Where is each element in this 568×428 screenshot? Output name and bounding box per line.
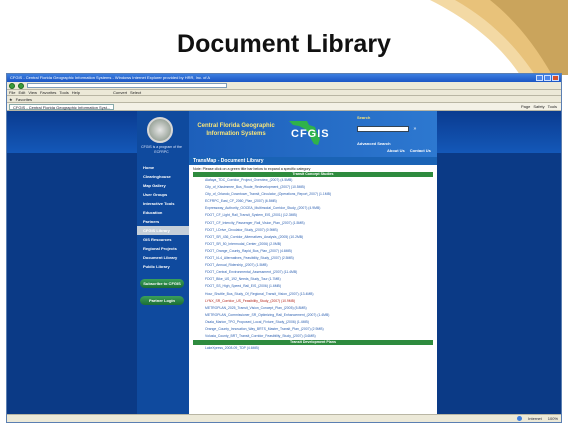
internet-zone-icon: [517, 416, 523, 421]
menu-help[interactable]: Help: [72, 90, 80, 95]
document-link[interactable]: METROPLAN_2025_Transit_Vision_Concept_Pl…: [205, 305, 437, 312]
status-bar: Internet 100%: [7, 414, 561, 422]
nav-document-library[interactable]: Document Library: [137, 253, 189, 262]
document-link[interactable]: Volusia_County_BRT_Transit_Corridor_Feas…: [205, 333, 437, 340]
document-link[interactable]: Expressway_Authority_OOCEA_Multimodal_Co…: [205, 205, 437, 212]
document-link[interactable]: METROPLAN_Commissioner_SR_Optimizing_Rai…: [205, 312, 437, 319]
document-link[interactable]: FDOT_SR_50_Intermodal_Center_(2006) (2.0…: [205, 241, 437, 248]
nav-interactive-tools[interactable]: Interactive Tools: [137, 199, 189, 208]
command-page[interactable]: Page: [521, 104, 530, 109]
site-search: Search » Advanced Search: [357, 115, 433, 146]
web-page: CFGIS is a program of the ECFRPC Central…: [7, 111, 561, 416]
command-tools[interactable]: Tools: [548, 104, 557, 109]
document-link[interactable]: FDOT_I4-4_Alternatives_Feasibility_Study…: [205, 255, 437, 262]
menu-tools[interactable]: Tools: [59, 90, 68, 95]
menu-favorites[interactable]: Favorites: [40, 90, 56, 95]
document-list: Alafaya_TDC_Corridor_Project_Overview_(2…: [189, 177, 437, 340]
menu-edit[interactable]: Edit: [18, 90, 25, 95]
nav-home[interactable]: Home: [137, 163, 189, 172]
maximize-button[interactable]: [544, 75, 551, 81]
document-list-2: LakeXpress_2008-09_TDP (4.6MB): [189, 345, 437, 352]
document-link[interactable]: LakeXpress_2008-09_TDP (4.6MB): [205, 345, 437, 352]
document-link[interactable]: Orange_County_Innovation_Way_BRTS_Master…: [205, 326, 437, 333]
brand-long-name: Central Florida Geographic Information S…: [197, 123, 275, 137]
zoom-level[interactable]: 100%: [548, 416, 558, 421]
presentation-slide: Document Library CFGIS - Central Florida…: [0, 0, 568, 428]
window-titlebar: CFGIS - Central Florida Geographic Infor…: [7, 74, 561, 82]
address-bar[interactable]: [27, 83, 227, 88]
brand-short-name: CFGIS: [291, 128, 330, 140]
logo-caption: CFGIS is a program of the ECFRPC: [141, 145, 182, 154]
document-link[interactable]: FDOT_Annual_Ridership_(2007) (1.5MB): [205, 262, 437, 269]
document-link[interactable]: Alafaya_TDC_Corridor_Project_Overview_(2…: [205, 177, 437, 184]
minimize-button[interactable]: [536, 75, 543, 81]
partner-login-button[interactable]: Partner Login: [140, 296, 184, 305]
convert-button[interactable]: Convert: [113, 90, 127, 95]
about-us-link[interactable]: About Us: [387, 148, 405, 153]
nav-gis-resources[interactable]: GIS Resources: [137, 235, 189, 244]
document-link[interactable]: City_of_Orlando_Downtown_Transit_Circula…: [205, 191, 437, 198]
slide-title: Document Library: [177, 30, 391, 58]
document-link[interactable]: City_of_Kissimmee_Bus_Route_Redevelopmen…: [205, 184, 437, 191]
ecfrpc-seal-icon[interactable]: [147, 117, 173, 143]
window-title: CFGIS - Central Florida Geographic Infor…: [10, 75, 211, 80]
nav-partners[interactable]: Partners: [137, 217, 189, 226]
address-toolbar: [7, 82, 561, 90]
nav-clearinghouse[interactable]: Clearinghouse: [137, 172, 189, 181]
nav-cfgis-library[interactable]: CFGIS Library: [137, 226, 189, 235]
nav-education[interactable]: Education: [137, 208, 189, 217]
browser-tab[interactable]: CFGIS - Central Florida Geographic Infor…: [9, 103, 115, 110]
search-go-icon[interactable]: »: [413, 126, 419, 132]
search-label: Search: [357, 115, 371, 120]
document-link[interactable]: Osala_Marion_TPO_Proposed_Local_Fixture_…: [205, 319, 437, 326]
menu-file[interactable]: File: [9, 90, 15, 95]
favorites-star-icon[interactable]: ★: [9, 97, 13, 102]
document-link[interactable]: LYNX_SR_Corridor_US_Feasibility_Study_(2…: [205, 298, 437, 305]
site-header: Central Florida Geographic Information S…: [189, 111, 437, 157]
document-library-panel: TransMap - Document Library Note: Please…: [189, 157, 437, 416]
document-link[interactable]: FDOT_CF_Intercity_Passenger_Rail_Vision_…: [205, 220, 437, 227]
document-link[interactable]: Hour_Shuttle_Bus_Study_Of_Regional_Trans…: [205, 291, 437, 298]
favorites-bar: ★ Favorites: [7, 96, 561, 103]
site-container: CFGIS is a program of the ECFRPC Central…: [137, 111, 437, 416]
forward-icon[interactable]: [18, 82, 24, 89]
document-link[interactable]: ECFRPC_East_CF_2060_Plan_(2007) (6.5MB): [205, 198, 437, 205]
document-link[interactable]: FDOT_CF_Light_Rail_Transit_System_EIS_(2…: [205, 212, 437, 219]
back-icon[interactable]: [9, 82, 15, 89]
security-zone: Internet: [528, 416, 542, 421]
document-link[interactable]: FDOT_Central_Environmental_Assessment_(2…: [205, 269, 437, 276]
left-navigation: Home Clearinghouse Map Gallery User Grou…: [137, 163, 189, 305]
close-button[interactable]: [552, 75, 559, 81]
advanced-search-link[interactable]: Advanced Search: [357, 141, 433, 146]
document-link[interactable]: FDOT_Orange_County_Rapid_Bus_Plan_(2007)…: [205, 248, 437, 255]
browser-screenshot: CFGIS - Central Florida Geographic Infor…: [6, 73, 562, 423]
document-link[interactable]: FDOT_I-Drive_Circulator_Study_(2007) (0.…: [205, 227, 437, 234]
nav-user-groups[interactable]: User Groups: [137, 190, 189, 199]
search-input[interactable]: [357, 126, 409, 133]
document-link[interactable]: FDOT_SS_High_Speed_Rail_EIS_(2006) (1.6M…: [205, 283, 437, 290]
select-button[interactable]: Select: [130, 90, 141, 95]
document-link[interactable]: FDOT_Bike_US_192_Needs_Study_Tour (1.7MB…: [205, 276, 437, 283]
document-link[interactable]: FDOT_SR_436_Corridor_Alternatives_Analys…: [205, 234, 437, 241]
instruction-note: Note: Please click on a green title bar …: [193, 167, 311, 171]
favorites-button[interactable]: Favorites: [16, 97, 32, 102]
subscribe-button[interactable]: Subscribe to CFGIS: [140, 279, 184, 288]
command-safety[interactable]: Safety: [533, 104, 544, 109]
panel-title: TransMap - Document Library: [189, 157, 437, 165]
tab-bar: CFGIS - Central Florida Geographic Infor…: [7, 103, 561, 111]
menu-view[interactable]: View: [28, 90, 37, 95]
nav-map-gallery[interactable]: Map Gallery: [137, 181, 189, 190]
nav-regional-projects[interactable]: Regional Projects: [137, 244, 189, 253]
nav-public-library[interactable]: Public Library: [137, 262, 189, 271]
contact-us-link[interactable]: Contact Us: [410, 148, 431, 153]
